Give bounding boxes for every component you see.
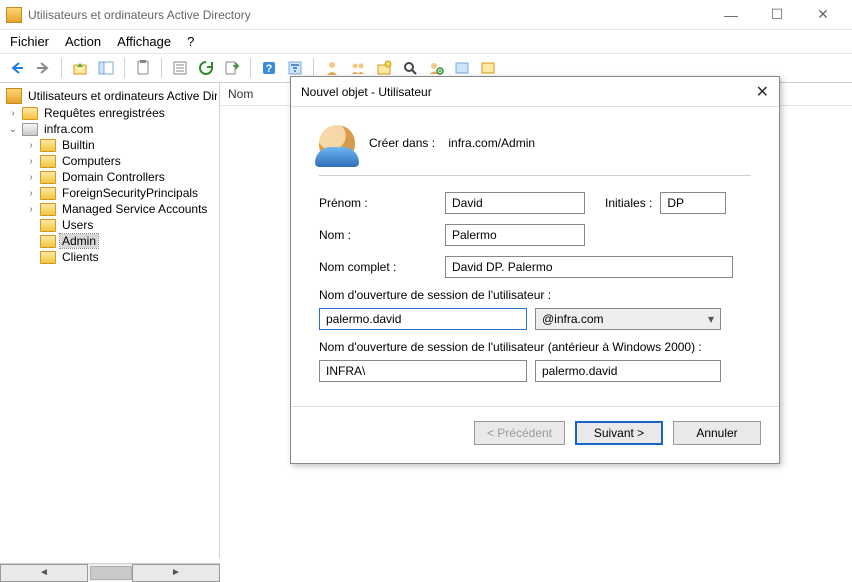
folder-icon <box>40 155 56 168</box>
tree-clients[interactable]: Clients <box>2 249 217 265</box>
close-button[interactable]: ✕ <box>800 0 846 30</box>
dialog-title: Nouvel objet - Utilisateur <box>301 85 756 99</box>
menu-action[interactable]: Action <box>65 34 101 49</box>
back-button[interactable]: < Précédent <box>474 421 565 445</box>
last-name-field[interactable] <box>445 224 585 246</box>
chevron-down-icon: ▾ <box>708 312 714 326</box>
tree-saved-queries[interactable]: › Requêtes enregistrées <box>2 105 217 121</box>
tree-dc-label: Domain Controllers <box>60 170 167 184</box>
upn-suffix-value: @infra.com <box>542 312 604 326</box>
upn-suffix-dropdown[interactable]: @infra.com ▾ <box>535 308 721 330</box>
tree-foreign-security-principals[interactable]: › ForeignSecurityPrincipals <box>2 185 217 201</box>
next-button[interactable]: Suivant > <box>575 421 663 445</box>
tree-root-label: Utilisateurs et ordinateurs Active Direc… <box>26 89 217 103</box>
tree-domain[interactable]: ⌄ infra.com <box>2 121 217 137</box>
folder-icon <box>40 139 56 152</box>
divider <box>319 175 751 176</box>
user-icon <box>319 125 355 161</box>
tree-saved-queries-label: Requêtes enregistrées <box>42 106 167 120</box>
label-initials: Initiales : <box>605 196 652 210</box>
initials-field[interactable] <box>660 192 726 214</box>
refresh-button[interactable] <box>195 57 217 79</box>
scroll-left-button[interactable]: ◄ <box>0 564 88 582</box>
aduc-root-icon <box>6 88 22 104</box>
tree-clients-label: Clients <box>60 250 101 264</box>
dialog-titlebar: Nouvel objet - Utilisateur ✕ <box>291 77 779 107</box>
tree-pane[interactable]: Utilisateurs et ordinateurs Active Direc… <box>0 83 220 558</box>
up-button[interactable] <box>69 57 91 79</box>
scroll-thumb[interactable] <box>90 566 132 580</box>
full-name-field[interactable] <box>445 256 733 278</box>
window-controls: — ☐ ✕ <box>708 0 846 30</box>
tree-computers-label: Computers <box>60 154 123 168</box>
tree-users-label: Users <box>60 218 95 232</box>
create-in-row: Créer dans : infra.com/Admin <box>319 125 751 161</box>
dialog-button-row: < Précédent Suivant > Annuler <box>291 406 779 463</box>
user-logon-name-field[interactable] <box>319 308 527 330</box>
tree-hscrollbar[interactable]: ◄ ► <box>0 563 220 581</box>
label-first-name: Prénom : <box>319 196 445 210</box>
folder-icon <box>22 107 38 120</box>
folder-icon <box>40 219 56 232</box>
app-icon <box>6 7 22 23</box>
menu-view[interactable]: Affichage <box>117 34 171 49</box>
minimize-button[interactable]: — <box>708 0 754 30</box>
new-object-user-dialog: Nouvel objet - Utilisateur ✕ Créer dans … <box>290 76 780 464</box>
show-hide-tree-button[interactable] <box>95 57 117 79</box>
samaccountname-field[interactable] <box>535 360 721 382</box>
cut-icon[interactable] <box>132 57 154 79</box>
create-in-path: infra.com/Admin <box>448 136 535 150</box>
domain-icon <box>22 123 38 136</box>
netbios-domain-value: INFRA\ <box>326 364 365 378</box>
label-full-name: Nom complet : <box>319 260 445 274</box>
menu-help[interactable]: ? <box>187 34 194 49</box>
ou-icon <box>40 235 56 248</box>
label-last-name: Nom : <box>319 228 445 242</box>
tree-fsp-label: ForeignSecurityPrincipals <box>60 186 200 200</box>
folder-icon <box>40 187 56 200</box>
tree-msa-label: Managed Service Accounts <box>60 202 209 216</box>
scroll-right-button[interactable]: ► <box>132 564 220 582</box>
title-bar: Utilisateurs et ordinateurs Active Direc… <box>0 0 852 30</box>
dialog-close-button[interactable]: ✕ <box>756 82 769 102</box>
label-prewin2000-logon: Nom d'ouverture de session de l'utilisat… <box>319 340 751 354</box>
nav-back-button[interactable] <box>6 57 28 79</box>
help-button[interactable]: ? <box>258 57 280 79</box>
menu-bar: Fichier Action Affichage ? <box>0 30 852 53</box>
first-name-field[interactable] <box>445 192 585 214</box>
folder-icon <box>40 203 56 216</box>
cancel-button[interactable]: Annuler <box>673 421 761 445</box>
tree-computers[interactable]: › Computers <box>2 153 217 169</box>
tree-domain-label: infra.com <box>42 122 95 136</box>
maximize-button[interactable]: ☐ <box>754 0 800 30</box>
folder-icon <box>40 171 56 184</box>
window-title: Utilisateurs et ordinateurs Active Direc… <box>28 8 708 22</box>
netbios-domain-field: INFRA\ <box>319 360 527 382</box>
svg-text:?: ? <box>266 63 273 75</box>
label-logon-name: Nom d'ouverture de session de l'utilisat… <box>319 288 751 302</box>
tree-builtin-label: Builtin <box>60 138 97 152</box>
export-list-button[interactable] <box>221 57 243 79</box>
tree-users[interactable]: Users <box>2 217 217 233</box>
ou-icon <box>40 251 56 264</box>
tree-root[interactable]: Utilisateurs et ordinateurs Active Direc… <box>2 87 217 105</box>
create-in-label: Créer dans : <box>369 136 435 150</box>
nav-forward-button[interactable] <box>32 57 54 79</box>
tree-domain-controllers[interactable]: › Domain Controllers <box>2 169 217 185</box>
menu-file[interactable]: Fichier <box>10 34 49 49</box>
tree-admin-label: Admin <box>60 234 98 248</box>
tree-builtin[interactable]: › Builtin <box>2 137 217 153</box>
tree-managed-service-accounts[interactable]: › Managed Service Accounts <box>2 201 217 217</box>
properties-button[interactable] <box>169 57 191 79</box>
tree-admin[interactable]: Admin <box>2 233 217 249</box>
